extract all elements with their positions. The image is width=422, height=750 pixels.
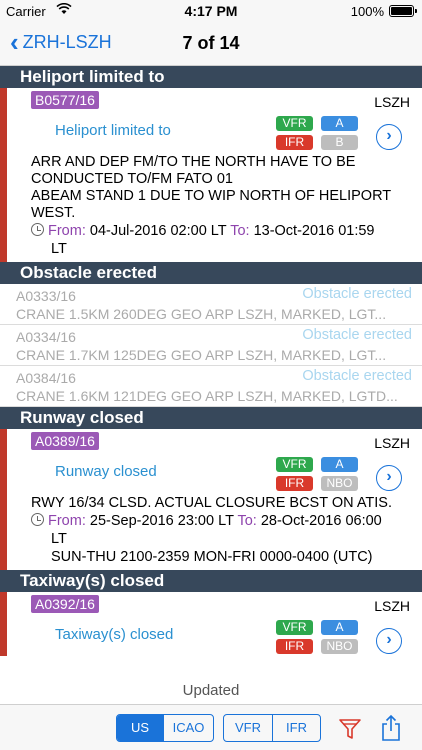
ifr-badge: IFR <box>276 639 313 654</box>
to-date-suffix: LT <box>51 241 67 257</box>
notam-location: LSZH <box>374 94 410 110</box>
from-date: 25-Sep-2016 23:00 LT <box>89 513 234 529</box>
rules-ifr-button[interactable]: IFR <box>272 715 320 741</box>
notam-id-badge: A0392/16 <box>31 595 99 613</box>
to-label: To: <box>237 513 257 529</box>
notam-subject: Obstacle erected <box>302 327 412 343</box>
nbo-badge: NBO <box>321 639 358 654</box>
section-header-obstacle: Obstacle erected <box>0 262 422 284</box>
units-icao-button[interactable]: ICAO <box>163 715 213 741</box>
flight-rules-segmented-control[interactable]: VFR IFR <box>223 714 321 742</box>
to-label: To: <box>230 223 250 239</box>
battery-percent: 100% <box>350 4 384 19</box>
notam-id-badge: B0577/16 <box>31 91 99 109</box>
notam-location: LSZH <box>374 598 410 614</box>
list-item[interactable]: A0333/16 Obstacle erected CRANE 1.5KM 26… <box>0 284 422 325</box>
notam-card-taxiway[interactable]: A0392/16 LSZH Taxiway(s) closed VFR A IF… <box>0 592 422 656</box>
notam-schedule: SUN-THU 2100-2359 MON-FRI 0000-0400 (UTC… <box>51 549 373 565</box>
notam-id-badge: A0389/16 <box>31 432 99 450</box>
battery-icon <box>389 5 417 17</box>
filter-icon[interactable] <box>338 717 362 741</box>
notam-id: A0334/16 <box>16 329 76 345</box>
notam-subject: Obstacle erected <box>302 368 412 384</box>
notam-location: LSZH <box>374 435 410 451</box>
notam-body-text: ARR AND DEP FM/TO THE NORTH HAVE TO BE C… <box>31 154 391 221</box>
vfr-badge: VFR <box>276 457 313 472</box>
from-label: From: <box>48 513 86 529</box>
status-bar: Carrier 4:17 PM 100% <box>0 0 422 22</box>
ifr-badge: IFR <box>276 476 313 491</box>
notam-id: A0333/16 <box>16 288 76 304</box>
page-title: 7 of 14 <box>182 33 240 53</box>
chevron-right-icon[interactable]: › <box>376 465 402 491</box>
notam-body-text: RWY 16/34 CLSD. ACTUAL CLOSURE BCST ON A… <box>31 495 393 511</box>
list-item[interactable]: A0334/16 Obstacle erected CRANE 1.7KM 12… <box>0 325 422 366</box>
scope-a-badge: A <box>321 116 358 131</box>
notam-subject: Obstacle erected <box>302 286 412 302</box>
section-header-runway: Runway closed <box>0 407 422 429</box>
section-header-taxiway: Taxiway(s) closed <box>0 570 422 592</box>
chevron-right-icon[interactable]: › <box>376 628 402 654</box>
notam-subject: Runway closed <box>55 463 157 480</box>
rules-vfr-button[interactable]: VFR <box>224 715 272 741</box>
chevron-right-icon[interactable]: › <box>376 124 402 150</box>
section-header-heliport: Heliport limited to <box>0 66 422 88</box>
notam-validity: From: 25-Sep-2016 23:00 LT To: 28-Oct-20… <box>23 512 414 570</box>
updated-label: Updated <box>182 682 240 699</box>
to-date: 13-Oct-2016 01:59 <box>253 223 375 239</box>
units-us-button[interactable]: US <box>117 715 163 741</box>
notam-id: A0384/16 <box>16 370 76 386</box>
units-segmented-control[interactable]: US ICAO <box>116 714 214 742</box>
notam-subject: Heliport limited to <box>55 122 171 139</box>
scope-a-badge: A <box>321 620 358 635</box>
vfr-badge: VFR <box>276 116 313 131</box>
to-date-suffix: LT <box>51 531 67 547</box>
notam-card-runway[interactable]: A0389/16 LSZH Runway closed VFR A IFR NB… <box>0 429 422 570</box>
clock-icon <box>31 223 44 236</box>
share-icon[interactable] <box>380 714 402 742</box>
clock-icon <box>31 513 44 526</box>
from-label: From: <box>48 223 86 239</box>
notam-summary: CRANE 1.7KM 125DEG GEO ARP LSZH, MARKED,… <box>16 347 387 363</box>
notam-summary: CRANE 1.5KM 260DEG GEO ARP LSZH, MARKED,… <box>16 306 387 322</box>
to-date: 28-Oct-2016 06:00 <box>260 513 382 529</box>
obstacle-list: A0333/16 Obstacle erected CRANE 1.5KM 26… <box>0 284 422 407</box>
nbo-badge: NBO <box>321 476 358 491</box>
ifr-badge: IFR <box>276 135 313 150</box>
bottom-toolbar: US ICAO VFR IFR <box>0 704 422 750</box>
notam-validity: From: 04-Jul-2016 02:00 LT To: 13-Oct-20… <box>23 222 414 262</box>
vfr-badge: VFR <box>276 620 313 635</box>
notam-list[interactable]: Heliport limited to B0577/16 LSZH Helipo… <box>0 66 422 676</box>
scope-b-badge: B <box>321 135 358 150</box>
notam-card-heliport[interactable]: B0577/16 LSZH Heliport limited to VFR A … <box>0 88 422 262</box>
navigation-bar: ‹ ZRH-LSZH 7 of 14 <box>0 22 422 66</box>
notam-summary: CRANE 1.6KM 121DEG GEO ARP LSZH, MARKED,… <box>16 388 398 404</box>
from-date: 04-Jul-2016 02:00 LT <box>89 223 227 239</box>
notam-subject: Taxiway(s) closed <box>55 626 174 643</box>
scope-a-badge: A <box>321 457 358 472</box>
list-item[interactable]: A0384/16 Obstacle erected CRANE 1.6KM 12… <box>0 366 422 407</box>
